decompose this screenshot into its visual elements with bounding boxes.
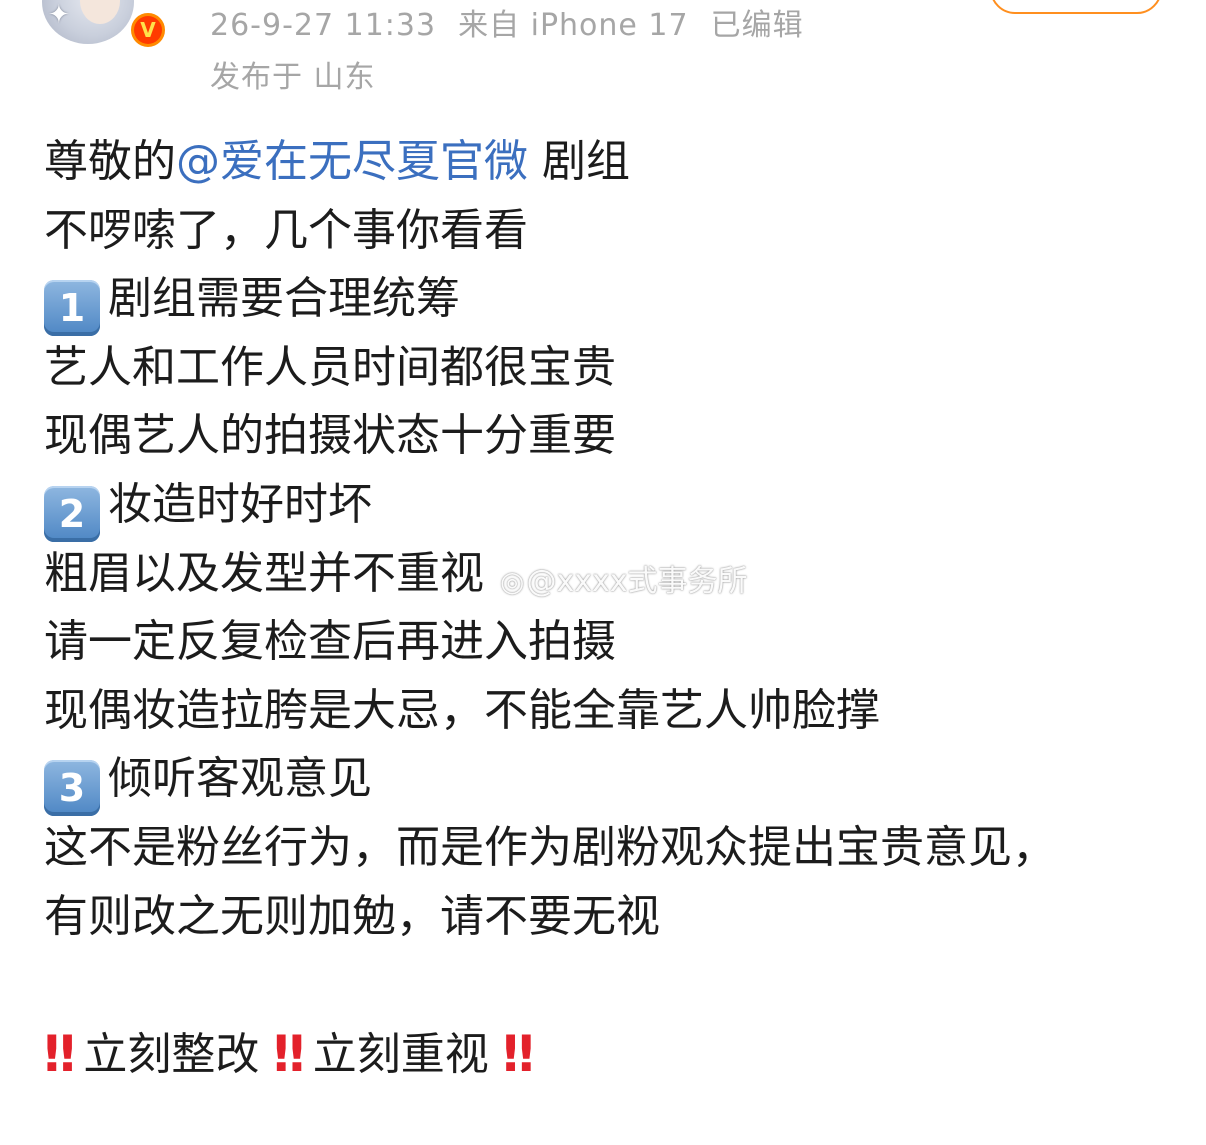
post-text: 剧组需要合理统筹: [108, 273, 460, 325]
double-exclamation-icon: ‼: [273, 1024, 304, 1083]
keycap-1-icon: 1: [44, 280, 100, 337]
double-exclamation-icon: ‼: [44, 1024, 75, 1083]
post-line: 现偶艺人的拍摄状态十分重要: [44, 410, 616, 462]
watermark-text: @xxxx式事务所: [526, 564, 748, 599]
post-text: 妆造时好时坏: [108, 478, 372, 530]
post-line: 1 剧组需要合理统筹: [44, 265, 1174, 337]
post-line: 3 倾听客观意见: [44, 745, 1174, 817]
verified-badge-icon: V: [128, 10, 168, 50]
keycap-3-icon: 3: [44, 760, 100, 817]
post-text: 倾听客观意见: [108, 753, 372, 805]
post-line: 不啰嗦了，几个事你看看: [44, 204, 528, 256]
post-line: 有则改之无则加勉，请不要无视: [44, 890, 660, 942]
verified-badge-letter: V: [134, 16, 162, 44]
watermark: ◎@xxxx式事务所: [500, 556, 747, 600]
post-text: 立刻重视: [312, 1028, 489, 1080]
post-text: 尊敬的: [44, 136, 176, 187]
post-source: 来自 iPhone 17: [458, 8, 689, 43]
post-line: 请一定反复检查后再进入拍摄: [44, 616, 616, 668]
post-timestamp: 26-9-27 11:33: [210, 8, 437, 43]
follow-button[interactable]: [990, 0, 1162, 14]
double-exclamation-icon: ‼: [502, 1024, 534, 1083]
keycap-2-icon: 2: [44, 485, 100, 542]
post-line: 尊敬的@爱在无尽夏官微 剧组: [44, 128, 1174, 197]
post-line: 现偶妆造拉胯是大忌，不能全靠艺人帅脸撑: [44, 684, 880, 736]
post-text: 剧组: [528, 136, 630, 187]
post-line: 2 妆造时好时坏: [44, 471, 1174, 542]
post-line: ‼ 立刻整改 ‼ 立刻重视 ‼: [44, 1020, 1174, 1089]
post-text: 立刻整改: [83, 1028, 260, 1080]
sparkle-icon: ✦: [48, 0, 70, 30]
post-meta: 26-9-27 11:33 来自 iPhone 17 已编辑: [210, 0, 804, 44]
post-location: 发布于 山东: [210, 60, 376, 95]
post-body: 尊敬的@爱在无尽夏官微 剧组 不啰嗦了，几个事你看看 1 剧组需要合理统筹 艺人和…: [44, 128, 1174, 1088]
weibo-logo-icon: ◎: [500, 565, 525, 598]
post-line: 艺人和工作人员时间都很宝贵: [44, 341, 616, 393]
post-line: 这不是粉丝行为，而是作为剧粉观众提出宝贵意见，: [44, 821, 1056, 873]
mention-link[interactable]: @爱在无尽夏官微: [176, 136, 528, 187]
avatar-face: [80, 0, 120, 24]
user-avatar[interactable]: ✦: [42, 0, 134, 44]
edited-label[interactable]: 已编辑: [711, 8, 804, 43]
